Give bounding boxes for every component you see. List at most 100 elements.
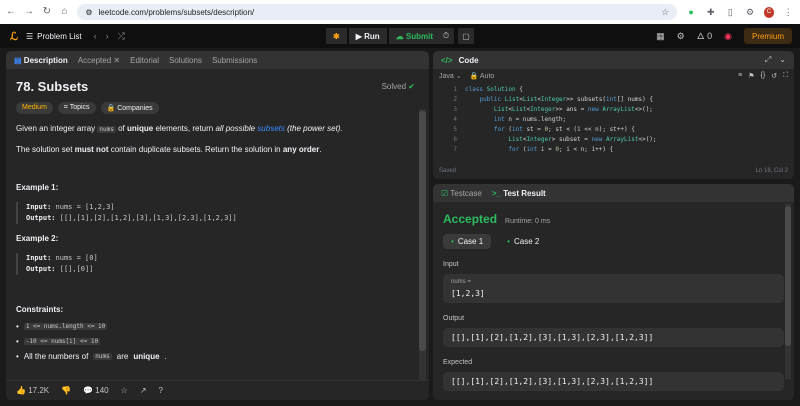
tab-testcase[interactable]: ☑ Testcase [441, 189, 482, 198]
address-bar[interactable]: ⚙ leetcode.com/problems/subsets/descript… [77, 4, 678, 20]
notification-icon[interactable]: ◉ [724, 31, 732, 42]
run-button[interactable]: ▶ Run [348, 28, 387, 44]
extensions-puzzle-icon[interactable]: ✚ [705, 7, 717, 18]
profile-avatar[interactable]: C [763, 6, 775, 18]
solved-status: Solved ✔ [381, 82, 415, 91]
lock-icon: 🔒 [106, 105, 116, 112]
forward-icon[interactable]: → [24, 7, 34, 17]
home-icon[interactable]: ⌂ [60, 7, 70, 17]
scrollbar[interactable] [419, 109, 426, 400]
runtime: Runtime: 0 ms [505, 218, 551, 225]
app-topbar: ℒ ☰ Problem List ‹ › ⤮ ✱ ▶ Run ☁ Submit ⏱… [0, 24, 800, 48]
var-name: nums = [451, 279, 471, 285]
submit-button[interactable]: ☁ Submit [388, 28, 440, 44]
bookmark-star-icon[interactable]: ☆ [661, 7, 669, 18]
fire-streak[interactable]: 🜂 0 [697, 27, 712, 45]
code-text[interactable]: class Solution { public List<List<Intege… [465, 85, 657, 155]
scroll-thumb[interactable] [785, 206, 791, 346]
bookmark-icon[interactable]: ⚑ [748, 72, 754, 80]
settings-icon[interactable]: ⚙ [744, 7, 756, 18]
case-2-tab[interactable]: • Case 2 [499, 234, 547, 249]
reset-icon[interactable]: ↺ [771, 72, 777, 80]
site-info-icon[interactable]: ⚙ [85, 8, 92, 17]
checkbox-icon: ☑ [441, 188, 449, 198]
tab-solutions[interactable]: Solutions [169, 56, 202, 65]
document-icon: ▤ [14, 55, 22, 65]
reload-icon[interactable]: ↻ [42, 7, 52, 17]
editor-statusbar: Saved Ln 16, Col 2 [433, 163, 794, 179]
language-select[interactable]: Java ⌄ [439, 72, 462, 80]
description-tabs: ▤ Description Accepted ✕ Editorial Solut… [6, 51, 429, 69]
tab-test-result[interactable]: >_ Test Result [492, 189, 546, 198]
result-tabs: ☑ Testcase >_ Test Result [433, 184, 794, 202]
constraint-item: 1 <= nums.length <= 10 [16, 322, 419, 331]
debug-button[interactable]: ✱ [326, 28, 347, 44]
case-tabs: • Case 1 • Case 2 [433, 226, 794, 249]
browser-toolbar: ← → ↻ ⌂ ⚙ leetcode.com/problems/subsets/… [0, 0, 800, 24]
problem-title[interactable]: 78. Subsets [16, 79, 419, 94]
leetcode-logo[interactable]: ℒ [10, 30, 18, 43]
braces-icon[interactable]: {} [761, 72, 766, 80]
back-icon[interactable]: ← [6, 7, 16, 17]
scroll-thumb[interactable] [419, 111, 426, 351]
description-paragraph-2: The solution set must not contain duplic… [16, 145, 322, 154]
share-icon[interactable]: ↗ [140, 386, 147, 395]
menu-dots-icon[interactable]: ⋮ [782, 7, 794, 18]
subsets-link[interactable]: subsets [257, 124, 285, 133]
dislike-icon[interactable]: 👎 [61, 386, 71, 395]
tag-icon: ⌗ [63, 104, 68, 111]
code-title: Code [458, 55, 479, 65]
extension-icon[interactable]: ● [685, 7, 697, 17]
maximize-icon[interactable]: ⤢ [765, 55, 771, 65]
editor-toolbar: Java ⌄ 🔒 Auto ≡ ⚑ {} ↺ ⛶ [433, 69, 794, 83]
expected-label: Expected [443, 359, 473, 366]
notes-icon[interactable]: ▢ [458, 28, 474, 44]
run-controls: ✱ ▶ Run ☁ Submit [326, 28, 440, 44]
star-icon[interactable]: ☆ [121, 386, 128, 395]
next-problem-icon[interactable]: › [106, 31, 109, 42]
format-icon[interactable]: ≡ [738, 72, 742, 80]
gear-icon[interactable]: ⚙ [677, 31, 685, 42]
companies-chip[interactable]: 🔒 Companies [100, 102, 159, 114]
chevron-down-icon[interactable]: ⌄ [779, 55, 786, 65]
sidebar-icon[interactable]: ▯ [725, 7, 737, 18]
description-panel: ▤ Description Accepted ✕ Editorial Solut… [6, 51, 429, 400]
output-box: [[],[1],[2],[1,2],[3],[1,3],[2,3],[1,2,3… [443, 328, 784, 347]
description-footer: 👍 17.2K 👎 💬 140 ☆ ↗ ? [6, 380, 429, 400]
thumbs-up-icon: 👍 [16, 386, 26, 395]
tab-accepted[interactable]: Accepted ✕ [78, 56, 120, 65]
constraint-item: -10 <= nums[i] <= 10 [16, 337, 419, 346]
fullscreen-icon[interactable]: ⛶ [783, 72, 788, 80]
auto-mode[interactable]: 🔒 Auto [470, 72, 495, 80]
problem-list-button[interactable]: ☰ Problem List [26, 32, 82, 41]
input-label: Input [443, 261, 459, 268]
tab-editorial[interactable]: Editorial [130, 56, 159, 65]
input-box: nums = [1,2,3] [443, 274, 784, 303]
result-panel: ☑ Testcase >_ Test Result Accepted Runti… [433, 184, 794, 400]
close-icon[interactable]: ✕ [113, 56, 120, 65]
inline-code: nums [97, 126, 116, 133]
shuffle-icon[interactable]: ⤮ [118, 31, 125, 42]
example-2-box: Input: nums = [0] Output: [[],[0]] [16, 253, 419, 275]
prev-problem-icon[interactable]: ‹ [94, 31, 97, 42]
pass-dot-icon: • [507, 237, 510, 246]
tab-description[interactable]: ▤ Description [14, 56, 68, 65]
constraints-list: 1 <= nums.length <= 10 -10 <= nums[i] <=… [16, 322, 419, 361]
timer-icon[interactable]: ⏱ [438, 28, 454, 44]
layout-grid-icon[interactable]: ▦ [656, 31, 665, 42]
url-text: leetcode.com/problems/subsets/descriptio… [98, 7, 255, 17]
like-button[interactable]: 👍 17.2K [16, 386, 49, 395]
case-1-tab[interactable]: • Case 1 [443, 234, 492, 249]
lock-icon: 🔒 [469, 73, 479, 80]
comments-button[interactable]: 💬 140 [83, 386, 109, 395]
code-editor[interactable]: 1234567 class Solution { public List<Lis… [433, 83, 794, 159]
save-status: Saved [439, 168, 457, 174]
play-icon: ▶ [355, 31, 365, 41]
help-icon[interactable]: ? [159, 386, 163, 395]
topics-chip[interactable]: ⌗ Topics [57, 102, 96, 114]
result-scrollbar[interactable] [785, 204, 791, 379]
tab-submissions[interactable]: Submissions [212, 56, 257, 65]
line-numbers: 1234567 [453, 86, 457, 153]
cursor-position: Ln 16, Col 2 [755, 168, 788, 174]
premium-button[interactable]: Premium [743, 28, 792, 44]
